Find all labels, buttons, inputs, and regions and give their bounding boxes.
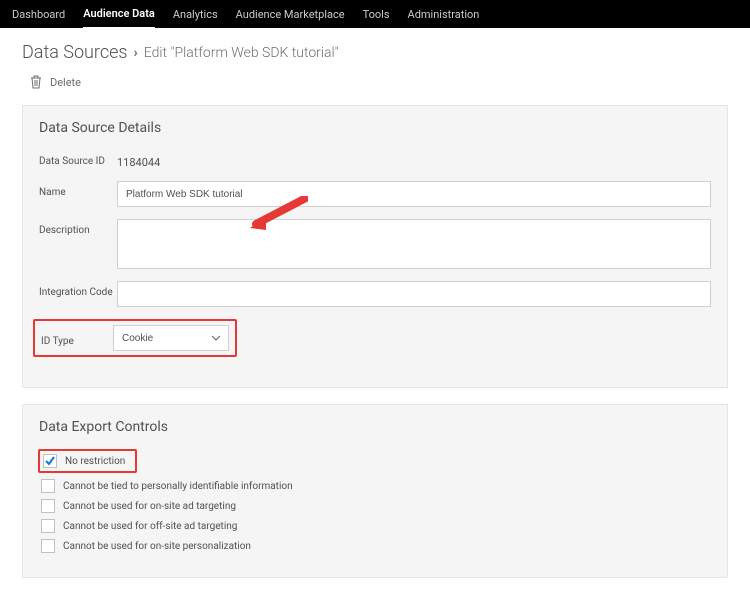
- id-type-select-wrap: Cookie: [113, 325, 229, 351]
- export-option-label: Cannot be used for off-site ad targeting: [63, 521, 237, 532]
- row-data-source-id: Data Source ID 1184044: [39, 150, 711, 169]
- row-integration-code: Integration Code: [39, 281, 711, 307]
- delete-button[interactable]: Delete: [30, 75, 728, 89]
- delete-label: Delete: [50, 76, 81, 89]
- label-description: Description: [39, 219, 117, 236]
- panel-data-export-controls: Data Export Controls No restriction Cann…: [22, 404, 728, 578]
- nav-analytics[interactable]: Analytics: [173, 1, 218, 28]
- panel-title-details: Data Source Details: [39, 120, 711, 136]
- trash-icon: [30, 75, 42, 89]
- breadcrumb-root[interactable]: Data Sources: [22, 42, 128, 63]
- annotation-highlight-no-restriction: No restriction: [38, 449, 137, 473]
- nav-tools[interactable]: Tools: [363, 1, 390, 28]
- id-type-select[interactable]: Cookie: [113, 325, 229, 351]
- checkbox-no-restriction[interactable]: [43, 454, 57, 468]
- row-id-type: ID Type Cookie: [33, 319, 711, 357]
- annotation-highlight-id-type: ID Type Cookie: [33, 319, 237, 357]
- top-nav: Dashboard Audience Data Analytics Audien…: [0, 0, 750, 28]
- label-integration-code: Integration Code: [39, 281, 117, 298]
- description-textarea[interactable]: [117, 219, 711, 269]
- row-name: Name: [39, 181, 711, 207]
- checkbox-pii[interactable]: [41, 479, 55, 493]
- export-option-row: Cannot be used for on-site ad targeting: [41, 499, 711, 513]
- export-option-label: No restriction: [65, 456, 125, 467]
- export-option-label: Cannot be tied to personally identifiabl…: [63, 481, 293, 492]
- label-name: Name: [39, 181, 117, 198]
- export-option-row: Cannot be used for off-site ad targeting: [41, 519, 711, 533]
- nav-administration[interactable]: Administration: [408, 1, 480, 28]
- checkbox-offsite-ad[interactable]: [41, 519, 55, 533]
- row-description: Description: [39, 219, 711, 269]
- check-icon: [44, 455, 56, 467]
- label-data-source-id: Data Source ID: [39, 150, 117, 167]
- checkbox-onsite-personalization[interactable]: [41, 539, 55, 553]
- value-data-source-id: 1184044: [117, 150, 160, 169]
- name-input[interactable]: [117, 181, 711, 207]
- nav-dashboard[interactable]: Dashboard: [12, 1, 65, 28]
- page-body: Data Sources › Edit "Platform Web SDK tu…: [0, 28, 750, 608]
- panel-data-source-details: Data Source Details Data Source ID 11840…: [22, 105, 728, 388]
- label-id-type: ID Type: [41, 330, 113, 347]
- breadcrumb-leaf: Edit "Platform Web SDK tutorial": [144, 45, 339, 61]
- export-option-row: Cannot be tied to personally identifiabl…: [41, 479, 711, 493]
- export-option-row: Cannot be used for on-site personalizati…: [41, 539, 711, 553]
- panel-title-export: Data Export Controls: [39, 419, 711, 435]
- chevron-right-icon: ›: [134, 45, 138, 61]
- integration-code-input[interactable]: [117, 281, 711, 307]
- nav-audience-marketplace[interactable]: Audience Marketplace: [236, 1, 345, 28]
- export-option-label: Cannot be used for on-site personalizati…: [63, 541, 251, 552]
- checkbox-onsite-ad[interactable]: [41, 499, 55, 513]
- breadcrumb: Data Sources › Edit "Platform Web SDK tu…: [22, 42, 728, 63]
- nav-audience-data[interactable]: Audience Data: [83, 0, 155, 29]
- export-option-no-restriction-row: No restriction: [41, 449, 711, 473]
